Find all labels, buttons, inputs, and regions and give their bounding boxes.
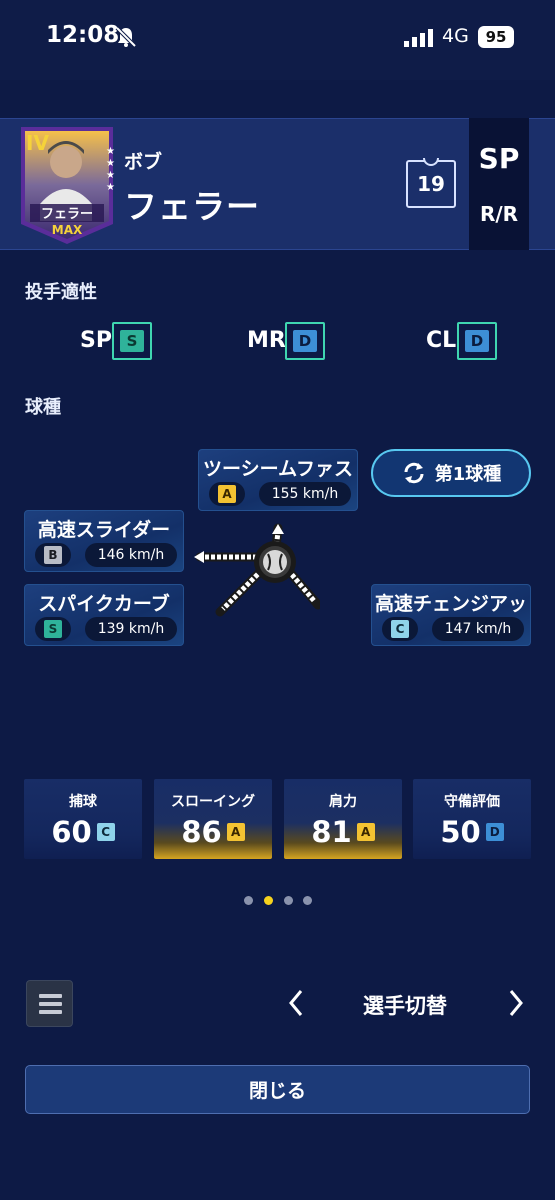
pitch-speed: 155 km/h (259, 482, 351, 506)
status-time: 12:08 (46, 22, 120, 48)
stat-defense-rating: 守備評価 50 D (413, 779, 531, 859)
aptitude-badge-mr: D (285, 322, 325, 360)
aptitude-label-cl: CL (426, 328, 457, 353)
throw-bat-label: R/R (479, 202, 519, 226)
stat-value-row: 50 D (413, 815, 531, 849)
chevron-right-icon[interactable] (505, 985, 527, 1021)
refresh-icon (404, 462, 424, 484)
uniform-number: 19 (417, 172, 445, 196)
pitch-order-button[interactable]: 第1球種 (371, 449, 531, 497)
player-switch-label: 選手切替 (363, 994, 447, 1018)
pitch-grade: B (35, 543, 71, 567)
svg-text:★: ★ (106, 146, 115, 157)
bell-muted-icon (115, 26, 137, 48)
stat-label: スローイング (171, 794, 255, 810)
svg-text:IV: IV (26, 131, 49, 155)
grade-badge: D (485, 823, 504, 841)
role-label: SP (478, 142, 520, 175)
svg-text:★: ★ (106, 158, 115, 169)
hamburger-icon (39, 994, 62, 1014)
stat-value: 81 (311, 815, 352, 849)
grade-badge: A (356, 823, 375, 841)
grade-badge: D (293, 330, 317, 352)
stat-value: 86 (181, 815, 222, 849)
stat-value-row: 81 A (284, 815, 402, 849)
close-button[interactable]: 閉じる (25, 1065, 530, 1114)
player-last-name: フェラー (124, 187, 260, 226)
grade-badge: D (465, 330, 489, 352)
grade-badge: B (44, 546, 62, 564)
battery-badge: 95 (478, 26, 514, 48)
pitch-grade: C (382, 617, 418, 641)
player-first-name: ボブ (124, 151, 163, 173)
stat-value-row: 86 A (154, 815, 272, 849)
pitch-direction-diagram (194, 523, 320, 617)
pitch-card-slider[interactable]: 高速スライダー B 146 km/h (24, 510, 184, 572)
stat-throwing: スローイング 86 A (154, 779, 272, 859)
pitch-title: 球種 (25, 397, 61, 418)
page-dot-3[interactable] (284, 896, 293, 905)
grade-badge: A (226, 823, 245, 841)
aptitude-badge-sp: S (112, 322, 152, 360)
aptitude-title: 投手適性 (25, 282, 97, 303)
pitch-card-changeup[interactable]: 高速チェンジアップ C 147 km/h (371, 584, 531, 646)
role-panel (469, 118, 529, 250)
pitch-speed: 146 km/h (85, 543, 177, 567)
aptitude-label-sp: SP (80, 328, 112, 353)
pitch-card-twoseam[interactable]: ツーシームファスト A 155 km/h (198, 449, 358, 511)
stat-value: 60 (51, 815, 92, 849)
grade-badge: C (391, 620, 409, 638)
stat-label: 捕球 (69, 794, 97, 810)
pitch-grade: S (35, 617, 71, 641)
pitch-card-curve[interactable]: スパイクカーブ S 139 km/h (24, 584, 184, 646)
chevron-left-icon[interactable] (285, 985, 307, 1021)
pitch-name: 高速スライダー (37, 519, 171, 541)
page-dot-1[interactable] (244, 896, 253, 905)
svg-text:★: ★ (106, 182, 115, 193)
svg-text:フェラー: フェラー (41, 207, 93, 222)
page-dot-2[interactable] (264, 896, 273, 905)
grade-badge: C (96, 823, 115, 841)
pitch-grade: A (209, 482, 245, 506)
grade-badge: S (120, 330, 144, 352)
page-dot-4[interactable] (303, 896, 312, 905)
svg-text:MAX: MAX (52, 223, 83, 237)
aptitude-badge-cl: D (457, 322, 497, 360)
signal-icon (404, 29, 433, 47)
menu-button[interactable] (26, 980, 73, 1027)
stat-value-row: 60 C (24, 815, 142, 849)
pitch-speed: 147 km/h (432, 617, 524, 641)
stat-catching: 捕球 60 C (24, 779, 142, 859)
player-card-image[interactable]: IV ★ ★ ★ ★ フェラー MAX (18, 124, 116, 246)
network-label: 4G (442, 25, 469, 47)
stat-label: 守備評価 (444, 794, 500, 810)
pitch-speed: 139 km/h (85, 617, 177, 641)
stat-arm-strength: 肩力 81 A (284, 779, 402, 859)
stat-label: 肩力 (329, 794, 357, 810)
pitch-order-label: 第1球種 (434, 464, 502, 485)
stat-value: 50 (440, 815, 481, 849)
aptitude-label-mr: MR (247, 328, 286, 353)
grade-badge: A (218, 485, 236, 503)
grade-badge: S (44, 620, 62, 638)
pitch-name: スパイクカーブ (38, 593, 170, 615)
svg-text:★: ★ (106, 170, 115, 181)
